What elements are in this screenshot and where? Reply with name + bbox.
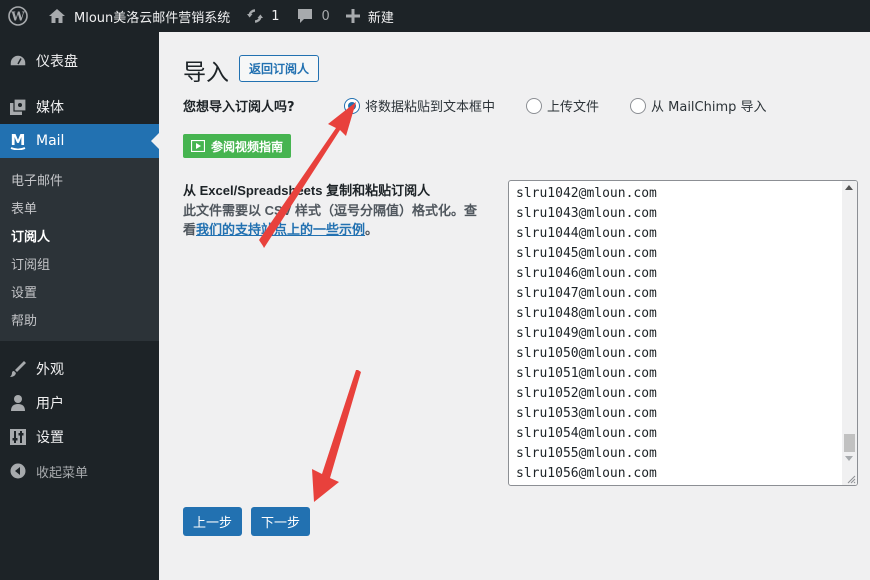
textarea-line: slru1056@mloun.com — [516, 466, 657, 481]
collapse-menu-label: 收起菜单 — [36, 465, 89, 481]
textarea-line: slru1052@mloun.com — [516, 386, 657, 401]
svg-text:M: M — [11, 132, 26, 149]
dashboard-icon — [0, 53, 36, 69]
comments-link[interactable]: 0 — [288, 0, 338, 32]
mail-submenu: 电子邮件 表单 订阅人 订阅组 设置 帮助 — [0, 158, 159, 341]
user-icon — [0, 394, 36, 412]
wordpress-logo-icon[interactable]: W — [0, 0, 36, 32]
submenu-item-emails[interactable]: 电子邮件 — [11, 170, 63, 189]
updates-link[interactable]: 1 — [238, 0, 287, 32]
submenu-item-forms[interactable]: 表单 — [11, 198, 37, 217]
menu-item-users[interactable]: 用户 — [0, 386, 159, 420]
scroll-up-arrow-icon[interactable] — [845, 185, 853, 190]
scroll-thumb[interactable] — [844, 434, 855, 452]
submenu-item-help[interactable]: 帮助 — [11, 310, 37, 329]
collapse-menu-button[interactable]: 收起菜单 — [0, 454, 159, 488]
next-step-button[interactable]: 下一步 — [251, 507, 311, 536]
radio-mailchimp-option[interactable]: 从 MailChimp 导入 — [630, 96, 767, 115]
menu-label-media: 媒体 — [36, 100, 64, 116]
menu-label-dashboard: 仪表盘 — [36, 54, 78, 70]
site-name: Mloun美洛云邮件营销系统 — [74, 10, 231, 26]
menu-item-settings[interactable]: 设置 — [0, 420, 159, 454]
admin-bar: W Mloun美洛云邮件营销系统 1 0 新建 — [0, 0, 870, 32]
resize-grip-icon[interactable] — [846, 474, 856, 484]
new-content-link[interactable]: 新建 — [338, 0, 402, 32]
textarea-line: slru1054@mloun.com — [516, 426, 657, 441]
comment-icon — [297, 9, 312, 23]
textarea-line: slru1051@mloun.com — [516, 366, 657, 381]
page-title: 导入 — [183, 60, 229, 86]
subscribers-textarea[interactable]: slru1042@mloun.com slru1043@mloun.com slru… — [508, 180, 858, 486]
site-name-link[interactable]: Mloun美洛云邮件营销系统 — [40, 0, 238, 32]
radio-paste-dot[interactable] — [344, 97, 360, 114]
textarea-line: slru1048@mloun.com — [516, 306, 657, 321]
radio-upload-label: 上传文件 — [547, 100, 600, 115]
desc-suffix: 。 — [365, 222, 379, 237]
radio-upload-dot[interactable] — [526, 97, 542, 114]
admin-sidebar: 仪表盘 媒体 M Mail 电子邮件 表单 订阅人 订阅组 设置 帮助 外观 用… — [0, 32, 159, 580]
import-question-label: 您想导入订阅人吗? — [183, 100, 295, 115]
menu-label-users: 用户 — [36, 396, 64, 412]
home-icon — [49, 9, 65, 23]
collapse-arrow-icon — [0, 463, 36, 479]
updates-count: 1 — [271, 8, 280, 24]
paste-section-title: 从 Excel/Spreadsheets 复制和粘贴订阅人 — [183, 183, 431, 198]
submenu-item-settings[interactable]: 设置 — [11, 282, 37, 301]
textarea-line: slru1049@mloun.com — [516, 326, 657, 341]
mail-m-icon: M — [0, 132, 36, 150]
paintbrush-icon — [0, 360, 36, 378]
new-label: 新建 — [367, 10, 394, 26]
plus-icon — [345, 9, 360, 23]
video-guide-button[interactable]: 参阅视频指南 — [183, 134, 292, 158]
svg-text:W: W — [10, 10, 25, 24]
comments-count: 0 — [321, 8, 330, 24]
scroll-down-arrow-icon[interactable] — [845, 456, 853, 461]
textarea-line: slru1044@mloun.com — [516, 226, 657, 241]
textarea-line: slru1047@mloun.com — [516, 286, 657, 301]
refresh-icon — [247, 9, 264, 23]
settings-sliders-icon — [0, 429, 36, 445]
video-guide-label: 参阅视频指南 — [211, 139, 284, 154]
paste-section-description: 此文件需要以 CSV 样式（逗号分隔值）格式化。查看我们的支持站点上的一些示例。 — [183, 201, 483, 239]
menu-label-mail: Mail — [36, 133, 65, 149]
submenu-item-subscribers[interactable]: 订阅人 — [11, 226, 50, 245]
previous-step-button[interactable]: 上一步 — [183, 507, 243, 536]
radio-paste-option[interactable]: 将数据粘贴到文本框中 — [344, 96, 495, 115]
submenu-item-lists[interactable]: 订阅组 — [11, 254, 50, 273]
menu-item-appearance[interactable]: 外观 — [0, 352, 159, 386]
menu-item-mail[interactable]: M Mail — [0, 124, 159, 158]
textarea-scrollbar[interactable] — [842, 181, 857, 485]
menu-label-settings: 设置 — [36, 430, 64, 446]
menu-label-appearance: 外观 — [36, 362, 64, 378]
textarea-line: slru1045@mloun.com — [516, 246, 657, 261]
video-play-icon — [191, 140, 205, 152]
support-examples-link[interactable]: 我们的支持站点上的一些示例 — [196, 222, 365, 237]
textarea-line: slru1046@mloun.com — [516, 266, 657, 281]
textarea-line: slru1050@mloun.com — [516, 346, 657, 361]
menu-item-media[interactable]: 媒体 — [0, 90, 159, 124]
textarea-line: slru1055@mloun.com — [516, 446, 657, 461]
radio-mailchimp-label: 从 MailChimp 导入 — [651, 100, 767, 115]
menu-item-dashboard[interactable]: 仪表盘 — [0, 44, 159, 78]
textarea-line: slru1042@mloun.com — [516, 186, 657, 201]
textarea-line: slru1043@mloun.com — [516, 206, 657, 221]
radio-mailchimp-dot[interactable] — [630, 97, 646, 114]
textarea-line: slru1053@mloun.com — [516, 406, 657, 421]
radio-paste-label: 将数据粘贴到文本框中 — [365, 100, 496, 115]
media-icon — [0, 98, 36, 116]
textarea-content: slru1042@mloun.com slru1043@mloun.com slru… — [516, 184, 657, 484]
back-to-subscribers-button[interactable]: 返回订阅人 — [239, 55, 320, 82]
annotation-arrow-to-next-button — [312, 370, 361, 502]
radio-upload-option[interactable]: 上传文件 — [526, 96, 599, 115]
